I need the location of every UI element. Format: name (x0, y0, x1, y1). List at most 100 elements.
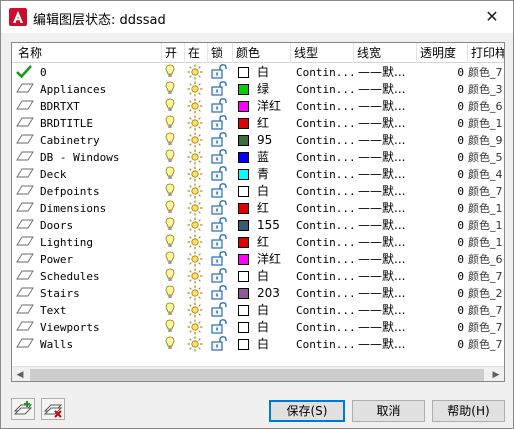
unlocked-padlock-icon[interactable] (211, 285, 227, 302)
layer-color-name[interactable]: 洋红 (257, 251, 295, 268)
lightbulb-icon[interactable] (165, 319, 179, 336)
sun-icon[interactable] (187, 336, 205, 353)
unlocked-padlock-icon[interactable] (211, 149, 227, 166)
layer-transparency[interactable]: 0 (450, 166, 464, 183)
color-swatch[interactable] (238, 254, 249, 265)
color-swatch[interactable] (238, 220, 249, 231)
column-header-on[interactable]: 开 (162, 43, 185, 63)
unlocked-padlock-icon[interactable] (211, 319, 227, 336)
lightbulb-icon[interactable] (165, 149, 179, 166)
lightbulb-icon[interactable] (165, 81, 179, 98)
unlocked-padlock-icon[interactable] (211, 200, 227, 217)
color-swatch[interactable] (238, 237, 249, 248)
delete-layer-state-button[interactable] (41, 398, 65, 420)
column-header-name[interactable]: 名称 (12, 43, 162, 63)
color-swatch[interactable] (238, 152, 249, 163)
layer-color-name[interactable]: 白 (257, 268, 295, 285)
sun-icon[interactable] (187, 115, 205, 132)
unlocked-padlock-icon[interactable] (211, 268, 227, 285)
layer-transparency[interactable]: 0 (450, 251, 464, 268)
layer-plot-style[interactable]: 颜色_7 (468, 319, 504, 336)
layer-color-name[interactable]: 白 (257, 183, 295, 200)
lightbulb-icon[interactable] (165, 285, 179, 302)
column-header-lock[interactable]: 锁 (208, 43, 233, 63)
layer-linetype[interactable]: Contin... (296, 132, 354, 149)
unlocked-padlock-icon[interactable] (211, 234, 227, 251)
lightbulb-icon[interactable] (165, 336, 179, 353)
layer-row[interactable]: Doors 155 Contin... ——默... 0 颜色_1 (12, 217, 504, 234)
column-header-lineweight[interactable]: 线宽 (354, 43, 417, 63)
layer-color-name[interactable]: 洋红 (257, 98, 295, 115)
unlocked-padlock-icon[interactable] (211, 302, 227, 319)
column-header-color[interactable]: 颜色 (233, 43, 291, 63)
unlocked-padlock-icon[interactable] (211, 64, 227, 81)
layer-plot-style[interactable]: 颜色_2 (468, 285, 504, 302)
sun-icon[interactable] (187, 234, 205, 251)
layer-color-name[interactable]: 红 (257, 115, 295, 132)
layer-lineweight[interactable]: ——默... (358, 251, 416, 268)
horizontal-scrollbar[interactable]: ◀ ▶ (12, 366, 504, 381)
layer-color-name[interactable]: 绿 (257, 81, 295, 98)
layer-plot-style[interactable]: 颜色_7 (468, 64, 504, 81)
color-swatch[interactable] (238, 169, 249, 180)
layer-lineweight[interactable]: ——默... (358, 166, 416, 183)
layer-transparency[interactable]: 0 (450, 336, 464, 353)
layer-linetype[interactable]: Contin... (296, 81, 354, 98)
unlocked-padlock-icon[interactable] (211, 81, 227, 98)
unlocked-padlock-icon[interactable] (211, 132, 227, 149)
color-swatch[interactable] (238, 135, 249, 146)
layer-row[interactable]: Appliances 绿 Contin... ——默... 0 颜色_3 (12, 81, 504, 98)
color-swatch[interactable] (238, 288, 249, 299)
unlocked-padlock-icon[interactable] (211, 336, 227, 353)
layer-lineweight[interactable]: ——默... (358, 319, 416, 336)
layer-row[interactable]: Text 白 Contin... ——默... 0 颜色_7 (12, 302, 504, 319)
layer-plot-style[interactable]: 颜色_6 (468, 251, 504, 268)
layer-transparency[interactable]: 0 (450, 98, 464, 115)
layer-lineweight[interactable]: ——默... (358, 234, 416, 251)
unlocked-padlock-icon[interactable] (211, 251, 227, 268)
new-layer-state-button[interactable] (11, 398, 35, 420)
layer-color-name[interactable]: 蓝 (257, 149, 295, 166)
color-swatch[interactable] (238, 322, 249, 333)
color-swatch[interactable] (238, 186, 249, 197)
layer-transparency[interactable]: 0 (450, 319, 464, 336)
lightbulb-icon[interactable] (165, 268, 179, 285)
sun-icon[interactable] (187, 285, 205, 302)
scrollbar-thumb[interactable] (30, 369, 484, 381)
layer-transparency[interactable]: 0 (450, 115, 464, 132)
lightbulb-icon[interactable] (165, 217, 179, 234)
unlocked-padlock-icon[interactable] (211, 217, 227, 234)
layer-lineweight[interactable]: ——默... (358, 200, 416, 217)
layer-linetype[interactable]: Contin... (296, 336, 354, 353)
sun-icon[interactable] (187, 183, 205, 200)
layer-plot-style[interactable]: 颜色_1 (468, 217, 504, 234)
lightbulb-icon[interactable] (165, 64, 179, 81)
unlocked-padlock-icon[interactable] (211, 166, 227, 183)
layer-transparency[interactable]: 0 (450, 64, 464, 81)
layer-transparency[interactable]: 0 (450, 285, 464, 302)
layer-linetype[interactable]: Contin... (296, 183, 354, 200)
layer-color-name[interactable]: 青 (257, 166, 295, 183)
layer-transparency[interactable]: 0 (450, 200, 464, 217)
layer-linetype[interactable]: Contin... (296, 64, 354, 81)
layer-linetype[interactable]: Contin... (296, 285, 354, 302)
sun-icon[interactable] (187, 81, 205, 98)
layer-color-name[interactable]: 红 (257, 200, 295, 217)
lightbulb-icon[interactable] (165, 132, 179, 149)
layer-transparency[interactable]: 0 (450, 132, 464, 149)
layer-lineweight[interactable]: ——默... (358, 336, 416, 353)
layer-plot-style[interactable]: 颜色_1 (468, 234, 504, 251)
layer-row[interactable]: 0 白 Contin... ——默... 0 颜色_7 (12, 64, 504, 81)
unlocked-padlock-icon[interactable] (211, 115, 227, 132)
layer-row[interactable]: DB - Windows 蓝 Contin... ——默... 0 颜色_5 (12, 149, 504, 166)
layer-transparency[interactable]: 0 (450, 234, 464, 251)
sun-icon[interactable] (187, 149, 205, 166)
layer-color-name[interactable]: 白 (257, 319, 295, 336)
lightbulb-icon[interactable] (165, 302, 179, 319)
layer-plot-style[interactable]: 颜色_7 (468, 268, 504, 285)
layer-plot-style[interactable]: 颜色_1 (468, 200, 504, 217)
column-header-plot-style[interactable]: 打印样 (468, 43, 504, 63)
sun-icon[interactable] (187, 98, 205, 115)
layer-plot-style[interactable]: 颜色_7 (468, 302, 504, 319)
sun-icon[interactable] (187, 200, 205, 217)
